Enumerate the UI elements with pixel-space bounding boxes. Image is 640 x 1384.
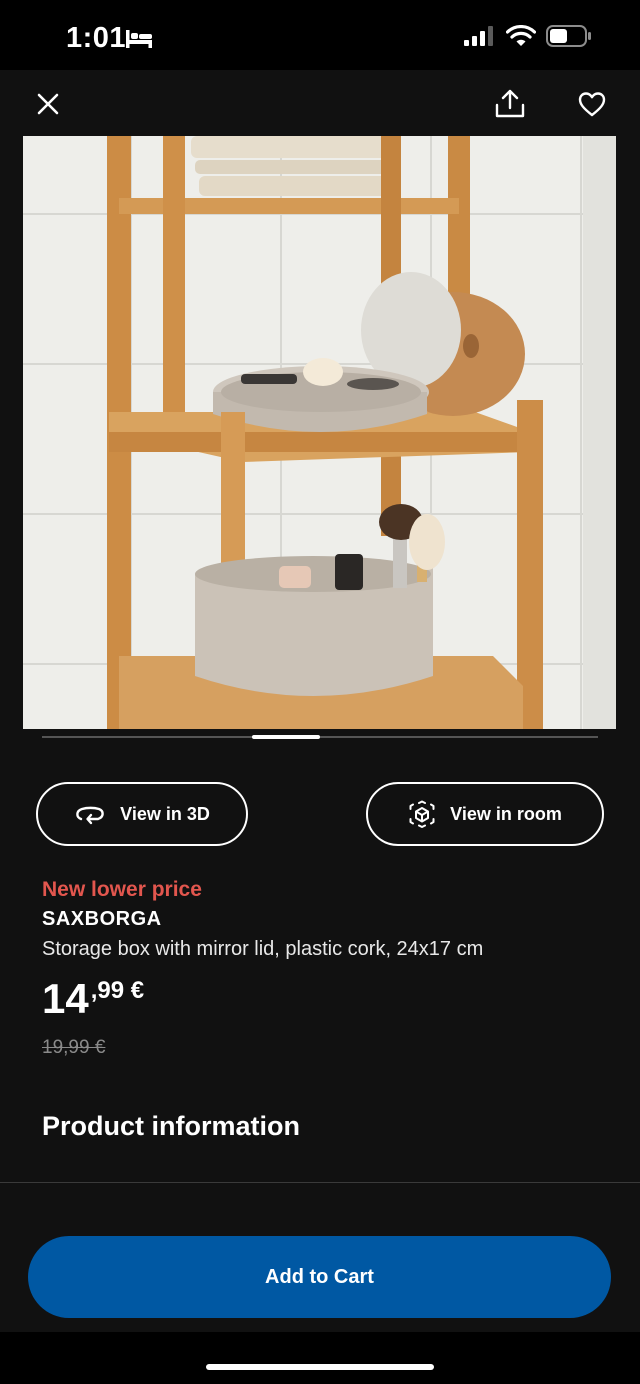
status-time: 1:01 bbox=[66, 22, 127, 54]
add-to-cart-label: Add to Cart bbox=[265, 1265, 374, 1288]
price-tag: New lower price bbox=[42, 878, 202, 901]
ar-cube-icon bbox=[409, 800, 435, 828]
price-decimal: ,99 € bbox=[90, 977, 145, 1004]
top-nav bbox=[0, 70, 640, 136]
status-bar: 1:01 bbox=[0, 0, 640, 70]
carousel-indicator[interactable] bbox=[252, 735, 320, 739]
carousel-track bbox=[42, 736, 598, 738]
home-indicator[interactable] bbox=[206, 1364, 434, 1370]
divider bbox=[0, 1182, 640, 1183]
view-3d-label: View in 3D bbox=[120, 803, 210, 824]
price-integer: 14 bbox=[42, 975, 89, 1022]
close-button[interactable] bbox=[28, 84, 68, 124]
product-information-heading[interactable]: Product information bbox=[42, 1111, 300, 1142]
view-3d-button[interactable]: View in 3D bbox=[36, 782, 248, 846]
rotate-3d-icon bbox=[76, 806, 104, 825]
signal-icon bbox=[464, 26, 496, 51]
bottom-safe-area bbox=[0, 1332, 640, 1384]
view-in-room-label: View in room bbox=[450, 803, 562, 824]
view-in-room-button[interactable]: View in room bbox=[366, 782, 604, 846]
battery-icon bbox=[546, 25, 592, 52]
heart-icon bbox=[578, 92, 606, 117]
share-button[interactable] bbox=[490, 84, 530, 124]
wifi-icon bbox=[505, 25, 537, 52]
add-to-cart-button[interactable]: Add to Cart bbox=[28, 1236, 611, 1318]
sleep-mode-icon bbox=[124, 28, 154, 55]
product-name: SAXBORGA bbox=[42, 908, 162, 930]
favorite-button[interactable] bbox=[572, 84, 612, 124]
product-description: Storage box with mirror lid, plastic cor… bbox=[42, 938, 484, 960]
old-price: 19,99 € bbox=[42, 1037, 106, 1058]
price: 14 ,99 € bbox=[42, 974, 144, 1024]
close-icon bbox=[37, 93, 59, 115]
share-icon bbox=[495, 89, 525, 118]
product-image[interactable] bbox=[23, 136, 616, 729]
